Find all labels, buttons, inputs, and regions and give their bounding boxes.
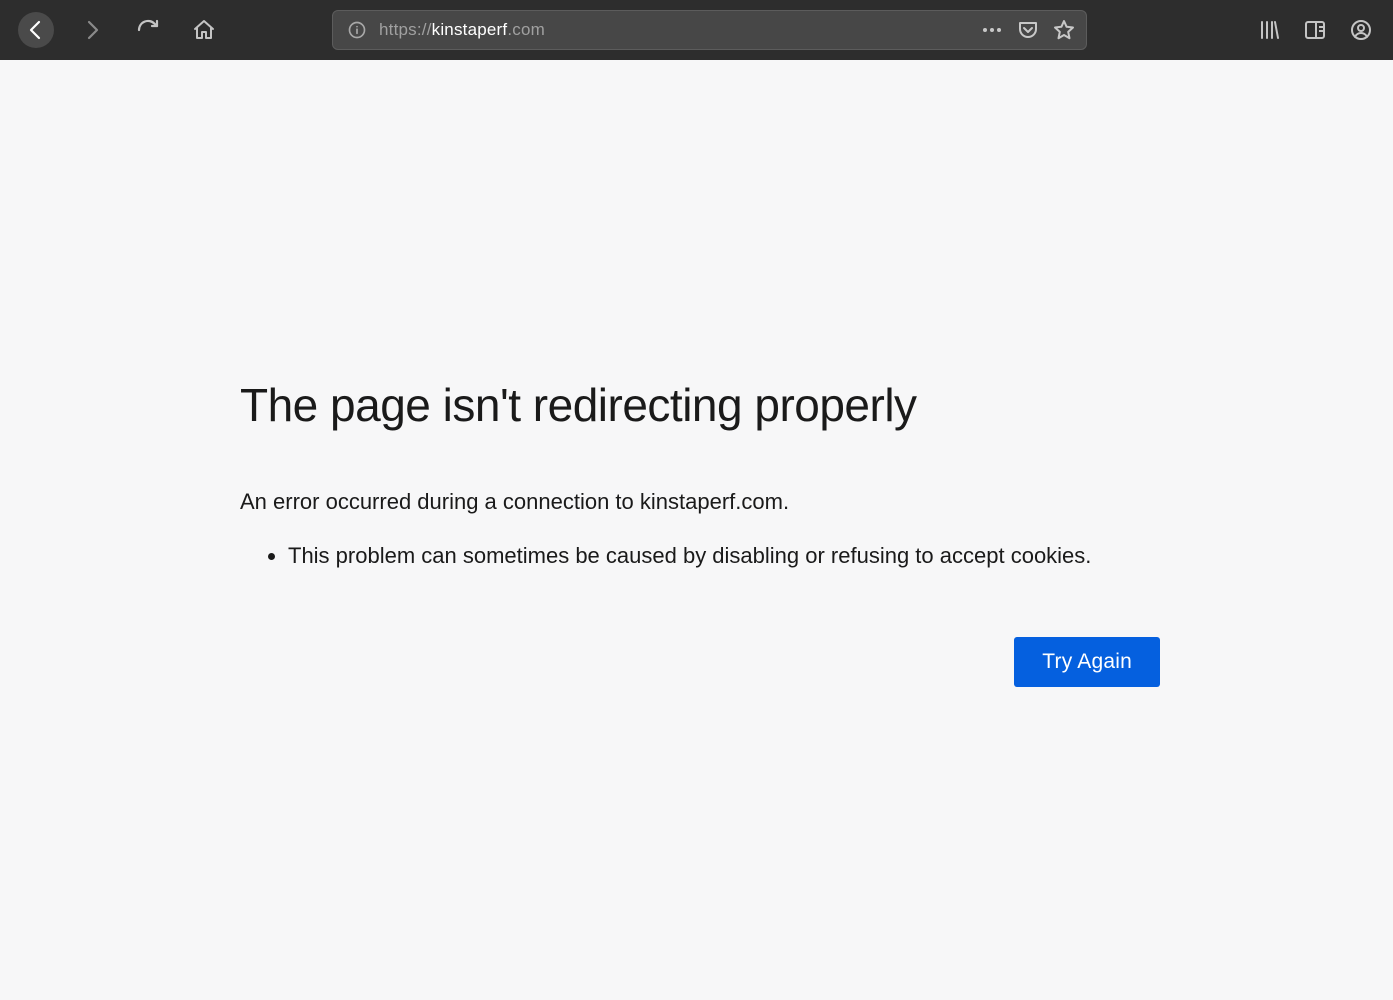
url-host: kinstaperf <box>432 20 508 39</box>
sidebar-icon[interactable] <box>1301 16 1329 44</box>
addressbar-actions <box>980 18 1076 42</box>
forward-button[interactable] <box>74 12 110 48</box>
error-message: An error occurred during a connection to… <box>240 489 1160 515</box>
toolbar-right-icons <box>1255 16 1381 44</box>
error-detail-item: This problem can sometimes be caused by … <box>288 541 1160 572</box>
page-content: The page isn't redirecting properly An e… <box>0 60 1393 1000</box>
url-text[interactable]: https://kinstaperf.com <box>371 20 980 40</box>
nav-buttons <box>18 12 222 48</box>
browser-toolbar: https://kinstaperf.com <box>0 0 1393 60</box>
back-button[interactable] <box>18 12 54 48</box>
site-info-icon[interactable] <box>343 20 371 40</box>
url-scheme: https:// <box>379 20 432 39</box>
error-container: The page isn't redirecting properly An e… <box>240 380 1160 687</box>
library-icon[interactable] <box>1255 16 1283 44</box>
bookmark-star-icon[interactable] <box>1052 18 1076 42</box>
pocket-icon[interactable] <box>1016 18 1040 42</box>
address-bar[interactable]: https://kinstaperf.com <box>332 10 1087 50</box>
error-detail-list: This problem can sometimes be caused by … <box>240 541 1160 572</box>
home-button[interactable] <box>186 12 222 48</box>
url-tld: .com <box>507 20 545 39</box>
reload-button[interactable] <box>130 12 166 48</box>
account-icon[interactable] <box>1347 16 1375 44</box>
page-actions-icon[interactable] <box>980 18 1004 42</box>
error-title: The page isn't redirecting properly <box>240 380 1160 431</box>
error-actions: Try Again <box>240 637 1160 687</box>
try-again-button[interactable]: Try Again <box>1014 637 1160 687</box>
